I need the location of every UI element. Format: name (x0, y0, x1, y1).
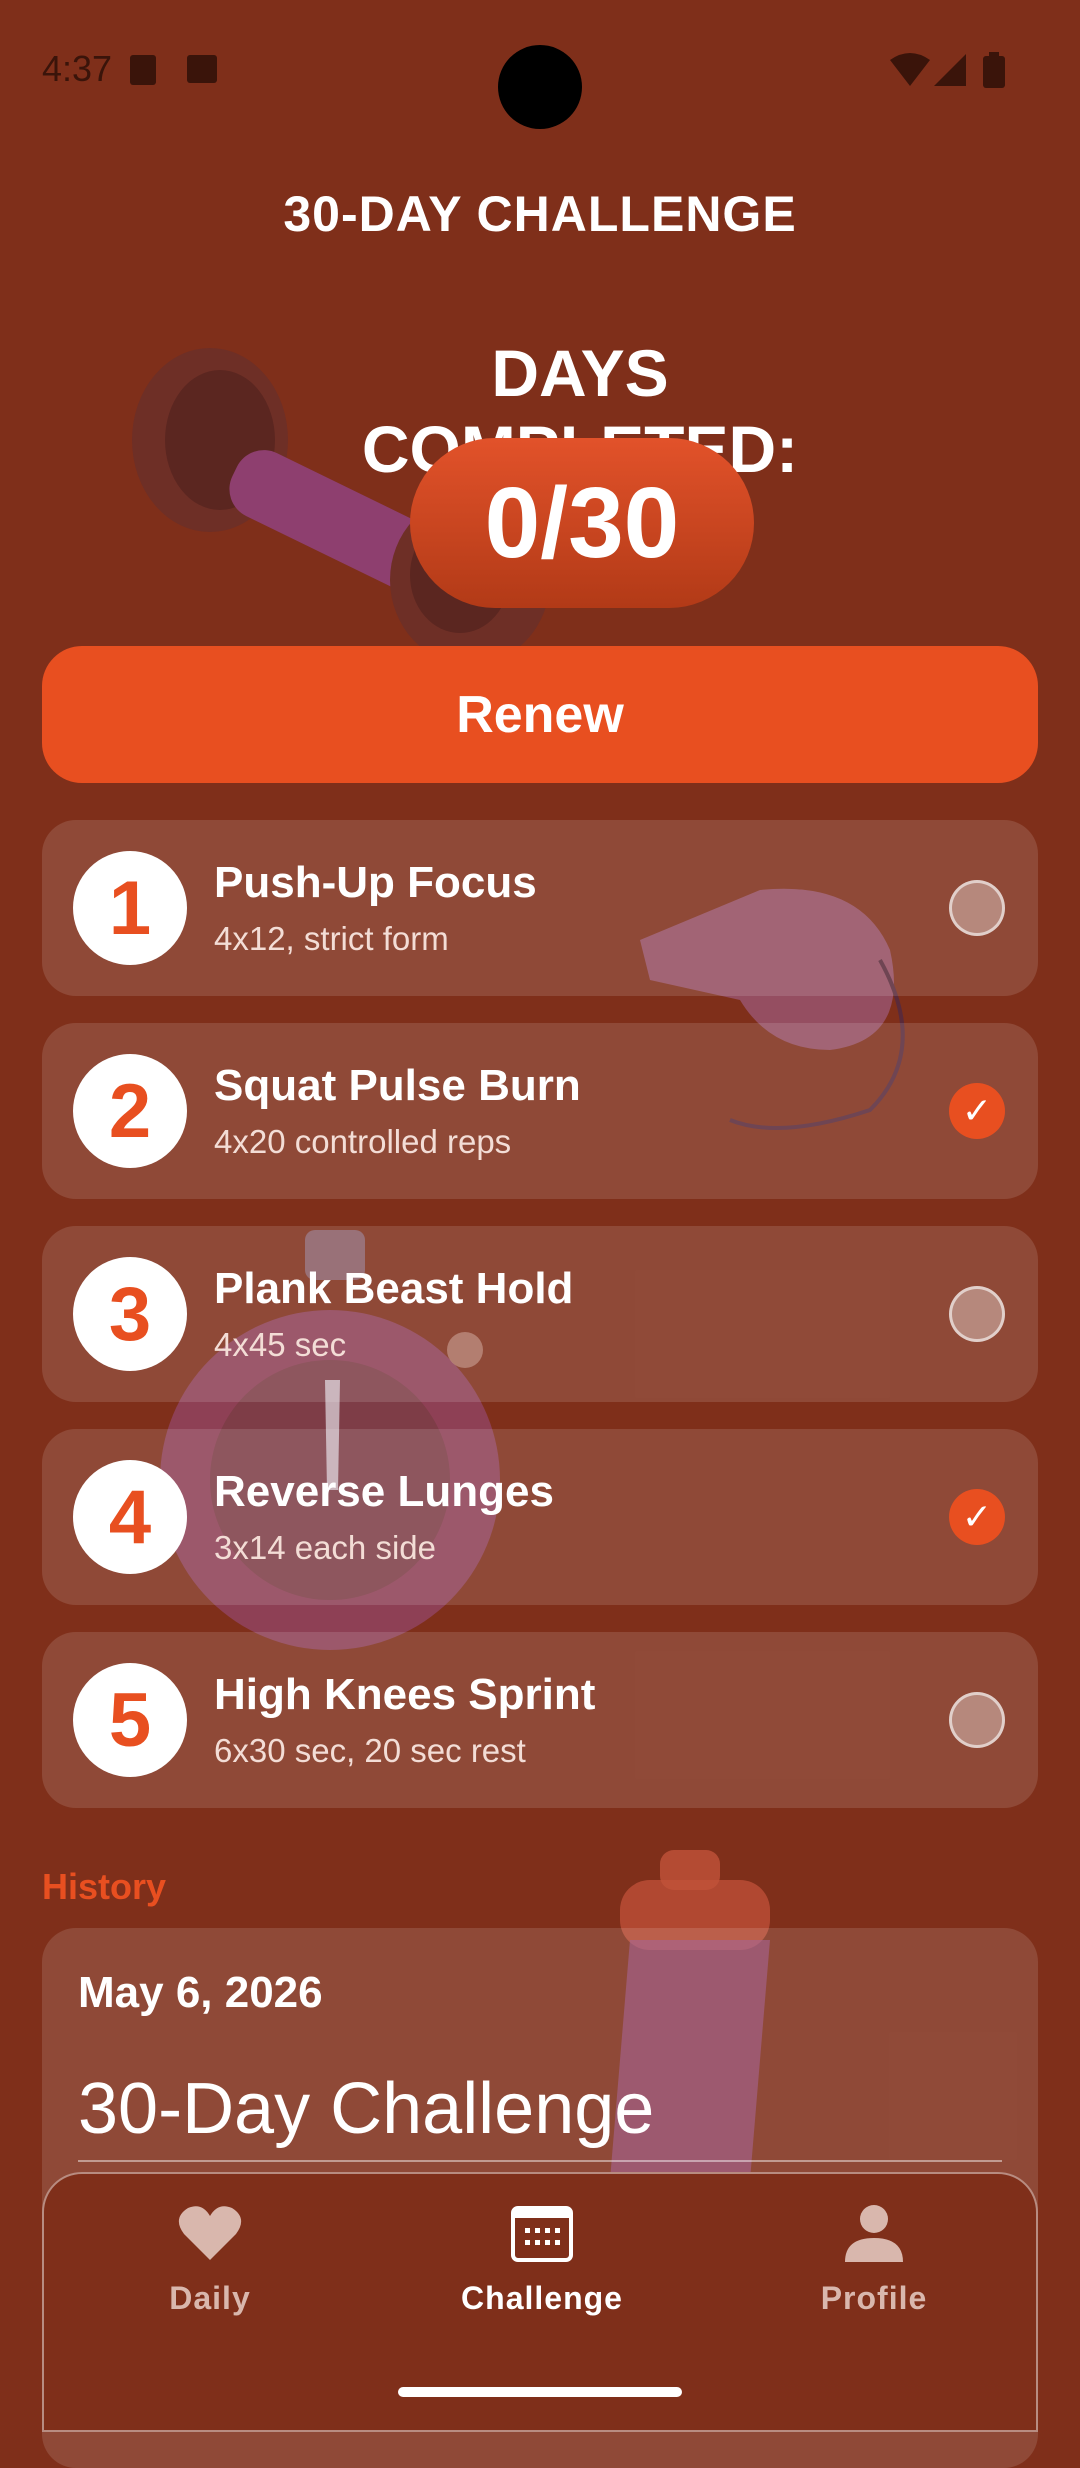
home-indicator[interactable] (398, 2387, 682, 2397)
history-entry-name: 30-Day Challenge (78, 2069, 655, 2149)
exercise-number: 3 (73, 1257, 187, 1371)
days-completed-counter: 0/30 (410, 438, 754, 608)
exercise-card[interactable]: 2 Squat Pulse Burn 4x20 controlled reps … (42, 1023, 1038, 1199)
battery-icon (983, 52, 1005, 88)
camera-cutout (498, 45, 582, 129)
exercise-detail: 4x20 controlled reps (214, 1123, 512, 1160)
exercise-number: 1 (73, 851, 187, 965)
nav-item-challenge[interactable]: Challenge (402, 2204, 682, 2317)
heart-icon (178, 2206, 242, 2260)
exercise-checkbox-checked[interactable]: ✓ (949, 1083, 1005, 1139)
history-heading: History (42, 1866, 167, 1907)
person-icon (845, 2205, 903, 2262)
exercise-number: 2 (73, 1054, 187, 1168)
nav-label: Challenge (461, 2280, 623, 2316)
nav-item-daily[interactable]: Daily (70, 2204, 350, 2317)
nav-label: Daily (169, 2280, 251, 2316)
exercise-checkbox-checked[interactable]: ✓ (949, 1489, 1005, 1545)
exercise-checkbox[interactable] (949, 880, 1005, 936)
exercise-card[interactable]: 4 Reverse Lunges 3x14 each side ✓ (42, 1429, 1038, 1605)
history-entry-date: May 6, 2026 (78, 1968, 323, 2017)
divider (78, 2160, 1002, 2162)
page-title: 30-DAY CHALLENGE (283, 186, 797, 242)
calendar-icon (511, 2206, 573, 2262)
renew-button[interactable]: Renew (42, 646, 1038, 783)
exercise-card[interactable]: 1 Push-Up Focus 4x12, strict form (42, 820, 1038, 996)
nav-label: Profile (820, 2280, 928, 2316)
nav-item-profile[interactable]: Profile (734, 2204, 1014, 2317)
exercise-detail: 4x12, strict form (214, 920, 449, 957)
exercise-detail: 4x45 sec (214, 1326, 347, 1363)
exercise-card[interactable]: 5 High Knees Sprint 6x30 sec, 20 sec res… (42, 1632, 1038, 1808)
exercise-title: Reverse Lunges (214, 1467, 554, 1516)
sd-card-icon (130, 55, 156, 85)
exercise-title: Squat Pulse Burn (214, 1061, 581, 1110)
exercise-card[interactable]: 3 Plank Beast Hold 4x45 sec (42, 1226, 1038, 1402)
exercise-checkbox[interactable] (949, 1692, 1005, 1748)
exercise-number: 4 (73, 1460, 187, 1574)
exercise-title: Plank Beast Hold (214, 1264, 574, 1313)
exercise-checkbox[interactable] (949, 1286, 1005, 1342)
wifi-icon (890, 53, 930, 86)
status-bar: 4:37 (0, 0, 1080, 140)
exercise-number: 5 (73, 1663, 187, 1777)
cell-signal-icon (934, 54, 966, 86)
app-notification-icon (187, 55, 217, 83)
exercise-title: Push-Up Focus (214, 858, 537, 907)
exercise-title: High Knees Sprint (214, 1670, 596, 1719)
status-time: 4:37 (42, 48, 113, 89)
exercise-detail: 3x14 each side (214, 1529, 436, 1566)
exercise-detail: 6x30 sec, 20 sec rest (214, 1732, 526, 1769)
